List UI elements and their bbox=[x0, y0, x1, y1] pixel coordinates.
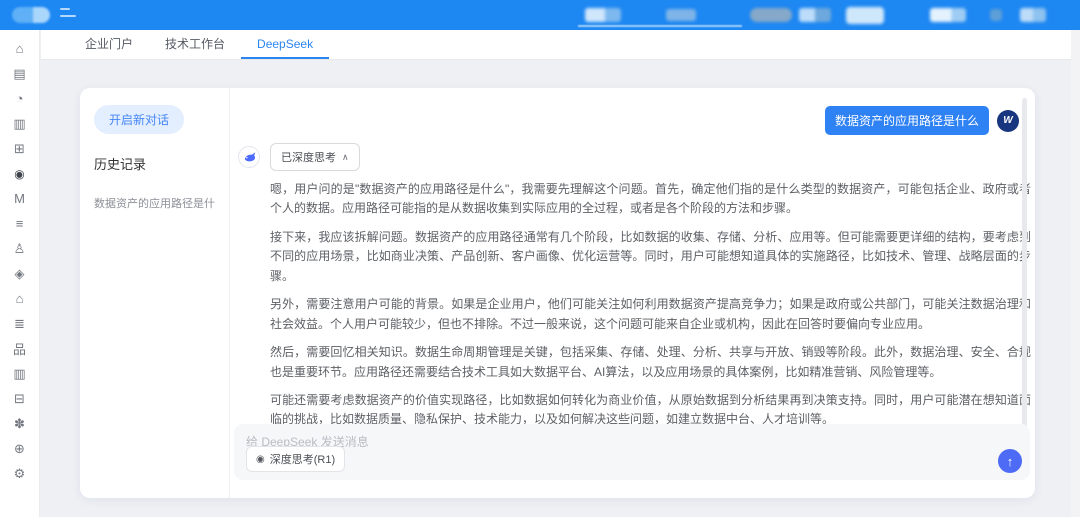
stack-icon[interactable]: ≣ bbox=[0, 311, 40, 336]
tab-portal[interactable]: 企业门户 bbox=[69, 30, 149, 59]
home-alt-icon[interactable]: ⌂ bbox=[0, 286, 40, 311]
tab-workbench[interactable]: 技术工作台 bbox=[149, 30, 241, 59]
redacted-nav-item[interactable] bbox=[930, 8, 966, 22]
assistant-row: 已深度思考 ∧ bbox=[238, 143, 1035, 171]
shield-icon[interactable]: ◈ bbox=[0, 261, 40, 286]
pie-chart-icon[interactable]: ◔ bbox=[0, 86, 40, 111]
app-window: ⌂▤◔▥⊞◉M≡♙◈⌂≣品▥⊟✽⊕⚙ 企业门户技术工作台DeepSeek 开启新… bbox=[0, 0, 1080, 517]
folder-icon[interactable]: ⊟ bbox=[0, 386, 40, 411]
list-icon[interactable]: ≡ bbox=[0, 211, 40, 236]
nav-active-underline bbox=[578, 25, 742, 27]
top-bar bbox=[0, 0, 1080, 30]
deep-think-chip-label: 深度思考(R1) bbox=[270, 451, 335, 467]
thought-paragraph: 另外，需要注意用户可能的背景。如果是企业用户，他们可能关注如何利用数据资产提高竞… bbox=[270, 295, 1031, 334]
deep-think-icon: ◉ bbox=[256, 454, 265, 465]
history-panel: 开启新对话 历史记录 数据资产的应用路径是什么 bbox=[80, 88, 230, 498]
deepseek-whale-icon bbox=[238, 146, 260, 168]
composer: ◉ 深度思考(R1) ↑ bbox=[234, 424, 1030, 480]
org-icon[interactable]: ▤ bbox=[0, 61, 40, 86]
sitemap-icon[interactable]: 品 bbox=[0, 336, 40, 361]
redacted-nav-item[interactable] bbox=[990, 9, 1002, 21]
badge-icon[interactable]: ◉ bbox=[0, 161, 40, 186]
tab-bar: 企业门户技术工作台DeepSeek bbox=[41, 30, 1080, 60]
left-icon-rail: ⌂▤◔▥⊞◉M≡♙◈⌂≣品▥⊟✽⊕⚙ bbox=[0, 30, 40, 517]
m-logo-icon[interactable]: M bbox=[0, 186, 40, 211]
chevron-up-icon: ∧ bbox=[342, 152, 349, 163]
user-avatar: W bbox=[997, 110, 1019, 132]
flower-icon[interactable]: ✽ bbox=[0, 411, 40, 436]
menu-icon[interactable] bbox=[60, 8, 78, 22]
deep-thought-toggle[interactable]: 已深度思考 ∧ bbox=[270, 143, 360, 171]
thought-paragraph: 然后，需要回忆相关知识。数据生命周期管理是关键，包括采集、存储、处理、分析、共享… bbox=[270, 343, 1031, 382]
user-icon[interactable]: ♙ bbox=[0, 236, 40, 261]
chat-area: 数据资产的应用路径是什么 W 已深度思考 ∧ 嗯，用户问的是"数据资产的应用路径… bbox=[230, 88, 1035, 498]
user-message-bubble: 数据资产的应用路径是什么 bbox=[825, 106, 989, 135]
redacted-nav-item[interactable] bbox=[750, 8, 792, 22]
home-icon[interactable]: ⌂ bbox=[0, 36, 40, 61]
history-item[interactable]: 数据资产的应用路径是什么 bbox=[94, 195, 215, 211]
redacted-nav-item[interactable] bbox=[799, 8, 831, 22]
page-scrollbar-track[interactable] bbox=[1071, 30, 1080, 517]
user-message-row: 数据资产的应用路径是什么 W bbox=[236, 88, 1035, 135]
redacted-nav-item[interactable] bbox=[1020, 8, 1046, 22]
thought-content: 嗯，用户问的是"数据资产的应用路径是什么"，我需要先理解这个问题。首先，确定他们… bbox=[270, 180, 1031, 430]
redacted-nav-item[interactable] bbox=[585, 8, 621, 22]
barcode-alt-icon[interactable]: ▥ bbox=[0, 361, 40, 386]
chat-scrollbar-thumb[interactable] bbox=[1022, 98, 1027, 428]
tab-deepseek[interactable]: DeepSeek bbox=[241, 30, 329, 59]
redacted-nav-item[interactable] bbox=[846, 7, 884, 24]
chat-card: 开启新对话 历史记录 数据资产的应用路径是什么 数据资产的应用路径是什么 W 已… bbox=[80, 88, 1035, 498]
globe-icon[interactable]: ⊕ bbox=[0, 436, 40, 461]
deep-think-toggle-chip[interactable]: ◉ 深度思考(R1) bbox=[246, 446, 345, 472]
thought-paragraph: 接下来，我应该拆解问题。数据资产的应用路径通常有几个阶段，比如数据的收集、存储、… bbox=[270, 228, 1031, 286]
video-plus-icon[interactable]: ⊞ bbox=[0, 136, 40, 161]
send-button[interactable]: ↑ bbox=[998, 449, 1022, 473]
thought-paragraph: 嗯，用户问的是"数据资产的应用路径是什么"，我需要先理解这个问题。首先，确定他们… bbox=[270, 180, 1031, 219]
gear-icon[interactable]: ⚙ bbox=[0, 461, 40, 486]
arrow-up-icon: ↑ bbox=[1007, 454, 1014, 469]
new-chat-button[interactable]: 开启新对话 bbox=[94, 105, 184, 134]
barcode-icon[interactable]: ▥ bbox=[0, 111, 40, 136]
history-title: 历史记录 bbox=[94, 154, 215, 173]
deep-thought-toggle-label: 已深度思考 bbox=[281, 149, 336, 165]
redacted-nav-item[interactable] bbox=[666, 9, 696, 21]
app-logo bbox=[12, 7, 50, 23]
